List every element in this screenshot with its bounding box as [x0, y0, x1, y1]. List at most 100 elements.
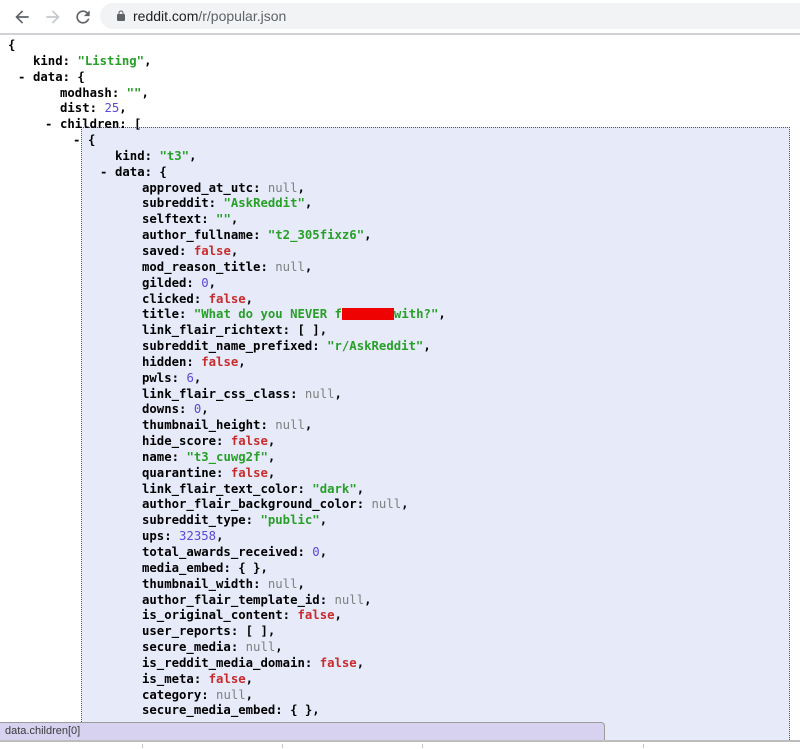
json-token-k: author_flair_background_color — [142, 497, 357, 511]
json-token-p: : — [231, 640, 246, 654]
json-token-s: "r/AskReddit" — [327, 339, 423, 353]
json-token-k: children — [60, 117, 119, 131]
json-token-k: thumbnail_width — [142, 577, 253, 591]
json-line: kind: "t3", — [0, 149, 800, 165]
json-token-p: , — [298, 181, 305, 195]
browser-toolbar: reddit.com/r/popular.json — [0, 0, 800, 35]
json-token-s: with?" — [394, 307, 438, 321]
json-token-k: author_fullname — [142, 228, 253, 242]
json-token-p: , — [144, 54, 151, 68]
omnibox[interactable]: reddit.com/r/popular.json — [100, 3, 800, 29]
json-token-b: false — [231, 434, 268, 448]
json-token-p: : — [297, 482, 312, 496]
bottom-tick — [643, 744, 644, 748]
json-token-k: kind — [33, 54, 63, 68]
json-line: dist: 25, — [0, 101, 800, 117]
json-token-k: saved — [142, 244, 179, 258]
json-token-u: null — [246, 640, 276, 654]
json-token-b: false — [209, 292, 246, 306]
reload-icon — [73, 7, 93, 27]
json-line: category: null, — [0, 688, 800, 704]
json-token-p: , — [238, 355, 245, 369]
json-token-p: : — [172, 371, 187, 385]
json-token-p: , — [201, 402, 208, 416]
forward-button[interactable] — [43, 7, 63, 27]
json-tree: {kind: "Listing",-data: {modhash: "",dis… — [0, 35, 800, 719]
json-token-p: , — [268, 466, 275, 480]
json-token-b: false — [231, 466, 268, 480]
json-token-p: , — [268, 450, 275, 464]
json-token-p: : [ ], — [231, 624, 275, 638]
json-line: subreddit_type: "public", — [0, 513, 800, 529]
json-token-p: : — [312, 339, 327, 353]
json-line: mod_reason_title: null, — [0, 260, 800, 276]
json-token-p: , — [275, 640, 282, 654]
json-token-p: : — [194, 292, 209, 306]
json-token-p: : — [186, 276, 201, 290]
json-line: total_awards_received: 0, — [0, 545, 800, 561]
json-token-k: user_reports — [142, 624, 231, 638]
json-token-k: title — [142, 307, 179, 321]
json-token-p: : — [253, 577, 268, 591]
json-token-p: , — [119, 101, 126, 115]
collapse-toggle-icon[interactable]: - — [45, 117, 52, 133]
json-token-p: : — [145, 149, 160, 163]
json-line: kind: "Listing", — [0, 54, 800, 70]
json-token-p: : { — [63, 70, 85, 84]
json-token-p: : — [357, 497, 372, 511]
collapse-toggle-icon[interactable]: - — [18, 70, 25, 86]
json-token-u: null — [268, 577, 298, 591]
json-line: author_flair_background_color: null, — [0, 497, 800, 513]
json-token-p: { — [8, 38, 15, 52]
json-token-k: link_flair_richtext — [142, 323, 283, 337]
json-token-p: : — [216, 466, 231, 480]
json-token-n: 0 — [201, 276, 208, 290]
json-token-p: : — [179, 307, 194, 321]
json-token-p: , — [231, 244, 238, 258]
json-line: -children: [ — [0, 117, 800, 133]
json-token-k: author_flair_template_id — [142, 593, 320, 607]
json-token-p: : — [164, 529, 179, 543]
url-path: /r/popular.json — [198, 8, 286, 24]
json-token-s: "Listing" — [77, 54, 144, 68]
collapse-toggle-icon[interactable]: - — [73, 133, 80, 149]
reload-button[interactable] — [73, 7, 93, 27]
json-line: name: "t3_cuwg2f", — [0, 450, 800, 466]
json-token-p: , — [305, 418, 312, 432]
json-token-k: selftext — [142, 212, 201, 226]
json-token-s: "What do you NEVER f — [194, 307, 342, 321]
json-token-u: null — [216, 688, 246, 702]
json-token-b: false — [209, 672, 246, 686]
json-token-n: 0 — [312, 545, 319, 559]
json-token-s: "dark" — [312, 482, 356, 496]
json-token-s: "" — [127, 86, 142, 100]
json-token-p: : — [253, 228, 268, 242]
json-token-k: mod_reason_title — [142, 260, 260, 274]
json-token-p: , — [246, 292, 253, 306]
json-token-p: : — [297, 545, 312, 559]
json-line: pwls: 6, — [0, 371, 800, 387]
json-token-n: 32358 — [179, 529, 216, 543]
json-token-u: null — [275, 260, 305, 274]
collapse-toggle-icon[interactable]: - — [100, 165, 107, 181]
json-token-p: , — [305, 196, 312, 210]
json-token-s: "AskReddit" — [223, 196, 304, 210]
json-line: user_reports: [ ], — [0, 624, 800, 640]
lock-icon[interactable] — [115, 10, 127, 22]
json-token-k: kind — [115, 149, 145, 163]
json-line: link_flair_richtext: [ ], — [0, 323, 800, 339]
json-token-p: , — [194, 371, 201, 385]
json-token-u: null — [305, 387, 335, 401]
json-token-k: subreddit — [142, 196, 209, 210]
json-token-p: : — [112, 86, 127, 100]
json-line: is_reddit_media_domain: false, — [0, 656, 800, 672]
json-line: ups: 32358, — [0, 529, 800, 545]
window-bottom-edge — [0, 740, 800, 742]
back-button[interactable] — [12, 7, 32, 27]
redaction-bar — [342, 308, 394, 320]
json-token-p: : — [201, 212, 216, 226]
json-token-p: : { }, — [275, 703, 319, 717]
json-token-p: , — [209, 276, 216, 290]
json-token-k: total_awards_received — [142, 545, 297, 559]
json-line: title: "What do you NEVER fwith?", — [0, 307, 800, 323]
